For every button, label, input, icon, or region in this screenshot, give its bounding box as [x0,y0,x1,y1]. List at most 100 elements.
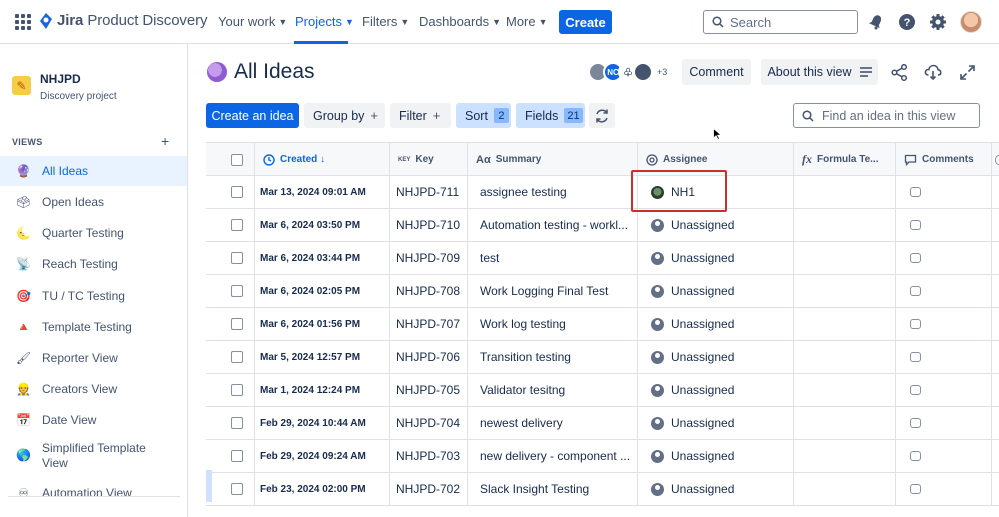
table-row[interactable]: Feb 23, 2024 02:00 PM NHJPD-702 Slack Insi… [206,473,999,506]
idea-summary[interactable]: Validator tesitng [468,374,638,406]
sidebar-item-tu-tc-testing[interactable]: 🎯 TU / TC Testing [0,281,187,311]
row-checkbox[interactable] [206,275,255,307]
sort-button[interactable]: Sort 2 [456,103,511,128]
filter-button[interactable]: Filter + [390,103,451,128]
assignee-cell[interactable]: Unassigned [638,473,794,505]
assignee-cell[interactable]: Unassigned [638,308,794,340]
table-row[interactable]: Mar 1, 2024 12:24 PM NHJPD-705 Validator t… [206,374,999,407]
create-idea-button[interactable]: Create an idea [206,103,299,128]
row-checkbox[interactable] [206,176,255,208]
formula-cell[interactable] [794,473,896,505]
collaborator-avatars[interactable]: NC ♧ +3 [588,62,667,82]
formula-cell[interactable] [794,308,896,340]
idea-summary[interactable]: assignee testing [468,176,638,208]
assignee-cell[interactable]: Unassigned [638,341,794,373]
group-by-button[interactable]: Group by + [304,103,385,128]
issue-key[interactable]: NHJPD-704 [390,407,468,439]
idea-summary[interactable]: test [468,242,638,274]
share-icon[interactable] [889,62,909,82]
comments-cell[interactable] [896,440,992,472]
help-icon[interactable]: ? [897,12,917,32]
formula-cell[interactable] [794,176,896,208]
project-name[interactable]: NHJPD [40,72,81,86]
comment-button[interactable]: Comment [682,59,751,85]
product-logo[interactable]: Jira Product Discovery [40,12,207,29]
row-checkbox[interactable] [206,341,255,373]
issue-key[interactable]: NHJPD-709 [390,242,468,274]
sidebar-item-template-testing[interactable]: 🔺 Template Testing [0,312,187,342]
comments-cell[interactable] [896,176,992,208]
nav-dashboards[interactable]: Dashboards ▼ [419,14,501,29]
sidebar-item-quarter-testing[interactable]: 🌜 Quarter Testing [0,218,187,248]
row-checkbox[interactable] [206,209,255,241]
sidebar-item-open-ideas[interactable]: 🗳 Open Ideas [0,187,187,217]
export-cloud-icon[interactable] [923,62,943,82]
profile-avatar[interactable] [960,11,982,33]
about-view-button[interactable]: About this view [761,59,878,85]
issue-key[interactable]: NHJPD-703 [390,440,468,472]
issue-key[interactable]: NHJPD-705 [390,374,468,406]
column-summary[interactable]: Aα Summary [468,143,638,176]
table-row[interactable]: Feb 29, 2024 09:24 AM NHJPD-703 new delive… [206,440,999,473]
row-checkbox[interactable] [206,440,255,472]
row-checkbox[interactable] [206,308,255,340]
idea-summary[interactable]: Work log testing [468,308,638,340]
create-button[interactable]: Create [559,10,612,34]
row-checkbox[interactable] [206,407,255,439]
app-switcher-icon[interactable] [15,14,31,30]
issue-key[interactable]: NHJPD-702 [390,473,468,505]
column-formula[interactable]: fx Formula Te... [794,143,896,176]
issue-key[interactable]: NHJPD-707 [390,308,468,340]
issue-key[interactable]: NHJPD-708 [390,275,468,307]
comments-cell[interactable] [896,209,992,241]
fields-button[interactable]: Fields 21 [516,103,585,128]
issue-key[interactable]: NHJPD-710 [390,209,468,241]
idea-summary[interactable]: Automation testing - workl... [468,209,638,241]
row-checkbox[interactable] [206,374,255,406]
table-row[interactable]: Mar 5, 2024 12:57 PM NHJPD-706 Transition … [206,341,999,374]
table-row[interactable]: Feb 29, 2024 10:44 AM NHJPD-704 newest del… [206,407,999,440]
nav-filters[interactable]: Filters ▼ [362,14,409,29]
column-comments[interactable]: Comments [896,143,992,176]
row-checkbox[interactable] [206,242,255,274]
row-checkbox[interactable] [206,473,255,505]
comments-cell[interactable] [896,407,992,439]
formula-cell[interactable] [794,440,896,472]
column-key[interactable]: KEY Key [390,143,468,176]
comments-cell[interactable] [896,341,992,373]
find-idea-input[interactable]: Find an idea in this view [793,103,980,128]
sidebar-item-creators-view[interactable]: 👷 Creators View [0,374,187,404]
table-row[interactable]: Mar 6, 2024 03:44 PM NHJPD-709 test Unassig… [206,242,999,275]
comments-cell[interactable] [896,242,992,274]
table-row[interactable]: Mar 13, 2024 09:01 AM NHJPD-711 assignee t… [206,176,999,209]
sidebar-item-date-view[interactable]: 📅 Date View [0,405,187,435]
issue-key[interactable]: NHJPD-711 [390,176,468,208]
sidebar-item-automation-view[interactable]: ♾ Automation View [0,478,187,508]
formula-cell[interactable] [794,407,896,439]
formula-cell[interactable] [794,209,896,241]
idea-summary[interactable]: Work Logging Final Test [468,275,638,307]
assignee-cell[interactable]: Unassigned [638,275,794,307]
nav-your-work[interactable]: Your work ▼ [218,14,287,29]
comments-cell[interactable] [896,308,992,340]
search-input[interactable]: Search [703,10,858,34]
table-row[interactable]: Mar 6, 2024 03:50 PM NHJPD-710 Automation … [206,209,999,242]
column-more[interactable] [992,143,999,176]
assignee-cell[interactable]: Unassigned [638,209,794,241]
formula-cell[interactable] [794,341,896,373]
comments-cell[interactable] [896,473,992,505]
sidebar-item-simplified-template-view[interactable]: 🌎 Simplified Template View [0,439,187,473]
notification-icon[interactable] [866,12,886,32]
assignee-cell[interactable]: Unassigned [638,440,794,472]
comments-cell[interactable] [896,275,992,307]
sidebar-item-all-ideas[interactable]: 🔮 All Ideas [0,156,187,186]
select-all-checkbox[interactable] [206,143,255,176]
column-created[interactable]: Created ↓ [255,143,390,176]
assignee-cell[interactable]: Unassigned [638,374,794,406]
idea-summary[interactable]: new delivery - component ... [468,440,638,472]
idea-summary[interactable]: newest delivery [468,407,638,439]
idea-summary[interactable]: Transition testing [468,341,638,373]
fullscreen-icon[interactable] [957,62,977,82]
idea-summary[interactable]: Slack Insight Testing [468,473,638,505]
table-row[interactable]: Mar 6, 2024 02:05 PM NHJPD-708 Work Loggin… [206,275,999,308]
